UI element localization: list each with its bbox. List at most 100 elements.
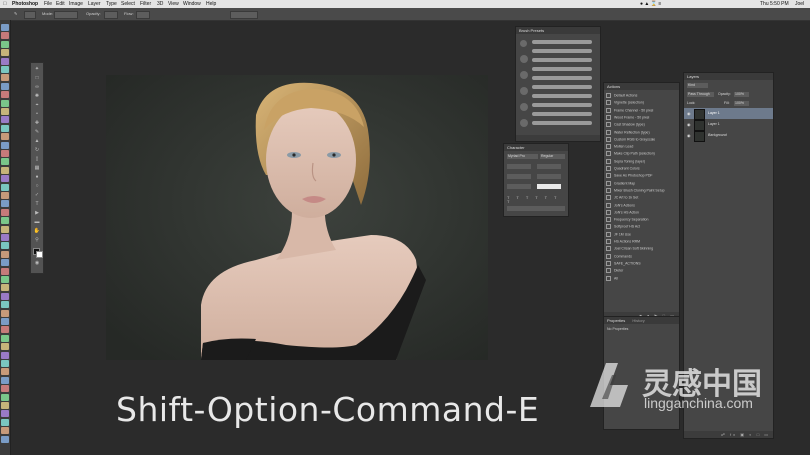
menu-select[interactable]: Select (121, 0, 135, 8)
path-select-icon[interactable]: ▶ (33, 211, 41, 216)
character-title[interactable]: Character (504, 144, 568, 151)
dock-app-icon[interactable] (1, 259, 9, 267)
action-toggle-checkbox[interactable] (606, 275, 611, 281)
action-toggle-checkbox[interactable] (606, 100, 611, 106)
leading-field[interactable] (537, 164, 561, 169)
action-item[interactable]: Wood Frame - 50 pixel (606, 114, 677, 120)
action-item[interactable]: JC Art to 1k Set (606, 195, 677, 201)
action-item[interactable]: Frame Channel - 50 pixel (606, 107, 677, 113)
dock-app-icon[interactable] (1, 234, 9, 241)
type-style-buttons[interactable]: T T T T T T T (507, 196, 565, 204)
action-item[interactable]: JF 1M Use (606, 231, 677, 237)
layer-row[interactable]: ◉ Layer 1 (684, 119, 773, 131)
action-item[interactable]: Custom RGB to Grayscale (606, 136, 677, 142)
font-size-field[interactable] (507, 164, 531, 169)
menu-edit[interactable]: Edit (56, 0, 65, 8)
action-item[interactable]: Vignette (selection) (606, 100, 677, 106)
action-toggle-checkbox[interactable] (606, 114, 611, 120)
brush-thumb[interactable] (520, 71, 528, 79)
dock-app-icon[interactable] (1, 385, 9, 393)
action-item[interactable]: Dieter (606, 268, 677, 274)
action-item[interactable]: Molten Lead (606, 144, 677, 150)
dock-app-icon[interactable] (1, 49, 9, 57)
brush-thumb[interactable] (520, 55, 528, 63)
dock-app-icon[interactable] (1, 376, 9, 384)
layers-title[interactable]: Layers (684, 73, 773, 80)
dock-app-icon[interactable] (1, 343, 9, 351)
action-toggle-checkbox[interactable] (606, 202, 611, 208)
dock-app-icon[interactable] (1, 427, 9, 435)
menu-help[interactable]: Help (206, 0, 216, 8)
dock-app-icon[interactable] (1, 32, 9, 40)
brush-thumb[interactable] (520, 103, 528, 111)
action-item[interactable]: Sepia Toning (layer) (606, 158, 677, 164)
menu-3d[interactable]: 3D (157, 0, 163, 8)
dock-app-icon[interactable] (1, 108, 9, 115)
action-item[interactable]: Make Clip Path (selection) (606, 151, 677, 157)
action-item[interactable]: Mixer Brush Cloning Paint Setup (606, 187, 677, 193)
dock-app-icon[interactable] (1, 242, 9, 250)
dock-app-icon[interactable] (1, 418, 9, 426)
action-toggle-checkbox[interactable] (606, 122, 611, 128)
dock-app-icon[interactable] (1, 267, 9, 275)
crop-tool-icon[interactable]: ⌖ (33, 103, 41, 108)
menu-type[interactable]: Type (106, 0, 117, 8)
action-item[interactable]: Quadrant Colors (606, 166, 677, 171)
dock-app-icon[interactable] (1, 66, 9, 73)
dock-app-icon[interactable] (1, 116, 9, 124)
action-item[interactable]: Commands (606, 253, 677, 259)
eraser-tool-icon[interactable]: ▯ (33, 157, 41, 162)
action-toggle-checkbox[interactable] (606, 180, 611, 186)
quick-select-tool-icon[interactable]: ✺ (33, 94, 41, 99)
dock-app-icon[interactable] (1, 200, 9, 208)
lasso-tool-icon[interactable]: ∞ (33, 85, 41, 90)
action-toggle-checkbox[interactable] (606, 253, 611, 259)
dock-app-icon[interactable] (1, 334, 9, 342)
dock-app-icon[interactable] (1, 368, 9, 376)
kerning-field[interactable] (507, 174, 531, 179)
layers-footer-buttons[interactable]: ☍ fx ▣ ◐ □ ▭ (684, 431, 773, 438)
dock-app-icon[interactable] (1, 183, 9, 191)
action-toggle-checkbox[interactable] (606, 144, 611, 150)
dock-app-icon[interactable] (1, 175, 9, 183)
dock-app-icon[interactable] (1, 57, 9, 65)
action-item[interactable]: HS Actions RRM (606, 239, 677, 244)
tracking-field[interactable] (537, 174, 561, 179)
layer-row-selected[interactable]: ◉ Layer 1 (684, 108, 773, 120)
dock-app-icon[interactable] (1, 24, 9, 31)
history-brush-icon[interactable]: ↻ (33, 148, 41, 153)
action-toggle-checkbox[interactable] (606, 231, 611, 237)
action-item[interactable]: Save As Photoshop PDF (606, 173, 677, 179)
dock-app-icon[interactable] (1, 91, 9, 99)
zoom-tool-icon[interactable]: ⚲ (33, 238, 41, 243)
action-toggle-checkbox[interactable] (606, 136, 611, 142)
dock-app-icon[interactable] (1, 435, 9, 443)
action-toggle-checkbox[interactable] (606, 173, 611, 179)
menu-view[interactable]: View (168, 0, 179, 8)
type-tool-icon[interactable]: T (33, 202, 41, 207)
dock-app-icon[interactable] (1, 124, 9, 132)
action-item[interactable]: Default Actions (606, 93, 677, 98)
menu-app-name[interactable]: Photoshop (12, 0, 38, 8)
dock-app-icon[interactable] (1, 225, 9, 233)
action-toggle-checkbox[interactable] (606, 129, 611, 135)
dock-app-icon[interactable] (1, 250, 9, 258)
menu-filter[interactable]: Filter (140, 0, 151, 8)
action-item[interactable]: SAFE_ACTIONS (606, 260, 677, 266)
dock-app-icon[interactable] (1, 40, 9, 48)
gradient-tool-icon[interactable]: ▦ (33, 166, 41, 171)
stamp-tool-icon[interactable]: ▲ (33, 139, 41, 144)
dock-app-icon[interactable] (1, 301, 9, 309)
eyedropper-tool-icon[interactable]: • (33, 112, 41, 117)
action-toggle-checkbox[interactable] (606, 195, 611, 201)
action-toggle-checkbox[interactable] (606, 158, 611, 164)
menu-file[interactable]: File (44, 0, 52, 8)
dock-app-icon[interactable] (1, 318, 9, 325)
healing-tool-icon[interactable]: ✚ (33, 121, 41, 126)
tab-properties[interactable]: Properties (607, 318, 625, 323)
dock-app-icon[interactable] (1, 158, 9, 166)
brush-tool-icon[interactable]: ✎ (33, 130, 41, 135)
menu-window[interactable]: Window (183, 0, 201, 8)
language-select[interactable] (507, 206, 565, 211)
actions-title[interactable]: Actions (604, 83, 679, 90)
